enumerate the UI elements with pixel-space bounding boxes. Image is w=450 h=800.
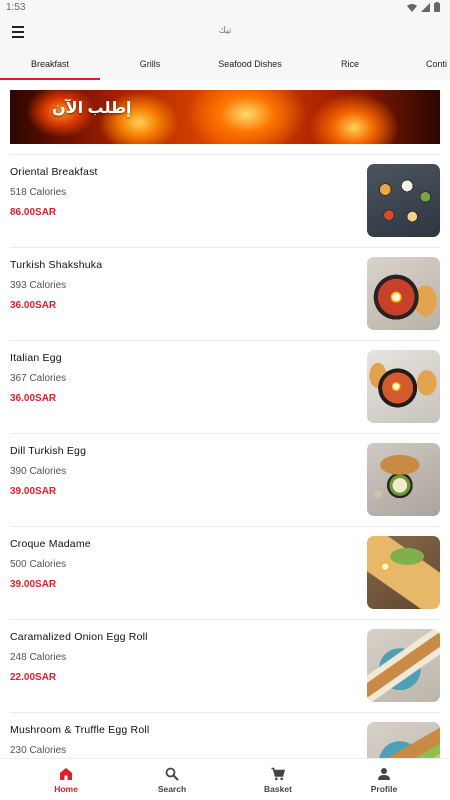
category-tabs: Breakfast Grills Seafood Dishes Rice Con… bbox=[0, 52, 450, 80]
cart-icon bbox=[271, 767, 285, 781]
item-name: Oriental Breakfast bbox=[10, 166, 98, 178]
nav-label: Search bbox=[157, 784, 187, 794]
tab-grills[interactable]: Grills bbox=[100, 52, 200, 80]
menu-item-italian-egg[interactable]: Italian Egg 367 Calories 36.00SAR bbox=[0, 340, 450, 433]
banner-text: إطلب الآن bbox=[52, 100, 132, 117]
app-logo: تيك bbox=[218, 25, 232, 35]
menu-item-croque-madame[interactable]: Croque Madame 500 Calories 39.00SAR bbox=[0, 526, 450, 619]
item-price: 39.00SAR bbox=[10, 579, 57, 590]
nav-label: Profile bbox=[370, 784, 398, 794]
menu-button[interactable] bbox=[12, 26, 28, 40]
menu-content: إطلب الآن Oriental Breakfast 518 Calorie… bbox=[0, 80, 450, 758]
item-price: 36.00SAR bbox=[10, 300, 57, 311]
item-name: Turkish Shakshuka bbox=[10, 259, 103, 271]
item-price: 86.00SAR bbox=[10, 207, 57, 218]
item-image bbox=[367, 350, 440, 423]
menu-icon bbox=[12, 26, 24, 28]
nav-profile[interactable]: Profile bbox=[331, 759, 437, 800]
nav-label: Basket bbox=[264, 784, 292, 794]
item-name: Croque Madame bbox=[10, 538, 91, 550]
item-image bbox=[367, 443, 440, 516]
nav-home[interactable]: Home bbox=[13, 759, 119, 800]
home-icon bbox=[60, 768, 72, 780]
item-calories: 230 Calories bbox=[10, 745, 67, 756]
menu-item-oriental-breakfast[interactable]: Oriental Breakfast 518 Calories 86.00SAR bbox=[0, 154, 450, 247]
item-name: Caramalized Onion Egg Roll bbox=[10, 631, 148, 643]
tab-conti[interactable]: Conti bbox=[400, 52, 450, 80]
item-calories: 248 Calories bbox=[10, 652, 67, 663]
item-price: 36.00SAR bbox=[10, 393, 57, 404]
menu-item-caramalized-onion-egg-roll[interactable]: Caramalized Onion Egg Roll 248 Calories … bbox=[0, 619, 450, 712]
app-bar: تيك bbox=[0, 16, 450, 52]
item-image bbox=[367, 257, 440, 330]
menu-item-dill-turkish-egg[interactable]: Dill Turkish Egg 390 Calories 39.00SAR bbox=[0, 433, 450, 526]
bottom-navigation: Home Search Basket Profile bbox=[0, 758, 450, 800]
signal-icon bbox=[421, 2, 430, 12]
status-icons bbox=[407, 2, 440, 12]
item-name: Mushroom & Truffle Egg Roll bbox=[10, 724, 150, 736]
nav-label: Home bbox=[54, 784, 78, 794]
item-name: Italian Egg bbox=[10, 352, 62, 364]
item-name: Dill Turkish Egg bbox=[10, 445, 87, 457]
item-image bbox=[367, 629, 440, 702]
person-icon bbox=[378, 768, 390, 780]
wifi-icon bbox=[407, 3, 417, 12]
tab-seafood-dishes[interactable]: Seafood Dishes bbox=[200, 52, 300, 80]
item-image bbox=[367, 164, 440, 237]
order-now-banner[interactable]: إطلب الآن bbox=[10, 90, 440, 144]
item-calories: 500 Calories bbox=[10, 559, 67, 570]
item-image bbox=[367, 536, 440, 609]
battery-icon bbox=[434, 2, 440, 12]
item-image bbox=[367, 722, 440, 758]
menu-item-mushroom-truffle-egg-roll[interactable]: Mushroom & Truffle Egg Roll 230 Calories bbox=[0, 712, 450, 758]
search-icon bbox=[165, 767, 179, 781]
tab-rice[interactable]: Rice bbox=[300, 52, 400, 80]
item-calories: 390 Calories bbox=[10, 466, 67, 477]
status-bar: 1:53 bbox=[0, 0, 450, 16]
item-calories: 518 Calories bbox=[10, 187, 67, 198]
item-calories: 367 Calories bbox=[10, 373, 67, 384]
nav-search[interactable]: Search bbox=[119, 759, 225, 800]
item-price: 39.00SAR bbox=[10, 486, 57, 497]
item-price: 22.00SAR bbox=[10, 672, 57, 683]
status-time: 1:53 bbox=[6, 2, 26, 13]
tab-breakfast[interactable]: Breakfast bbox=[0, 52, 100, 80]
nav-basket[interactable]: Basket bbox=[225, 759, 331, 800]
menu-item-turkish-shakshuka[interactable]: Turkish Shakshuka 393 Calories 36.00SAR bbox=[0, 247, 450, 340]
item-calories: 393 Calories bbox=[10, 280, 67, 291]
